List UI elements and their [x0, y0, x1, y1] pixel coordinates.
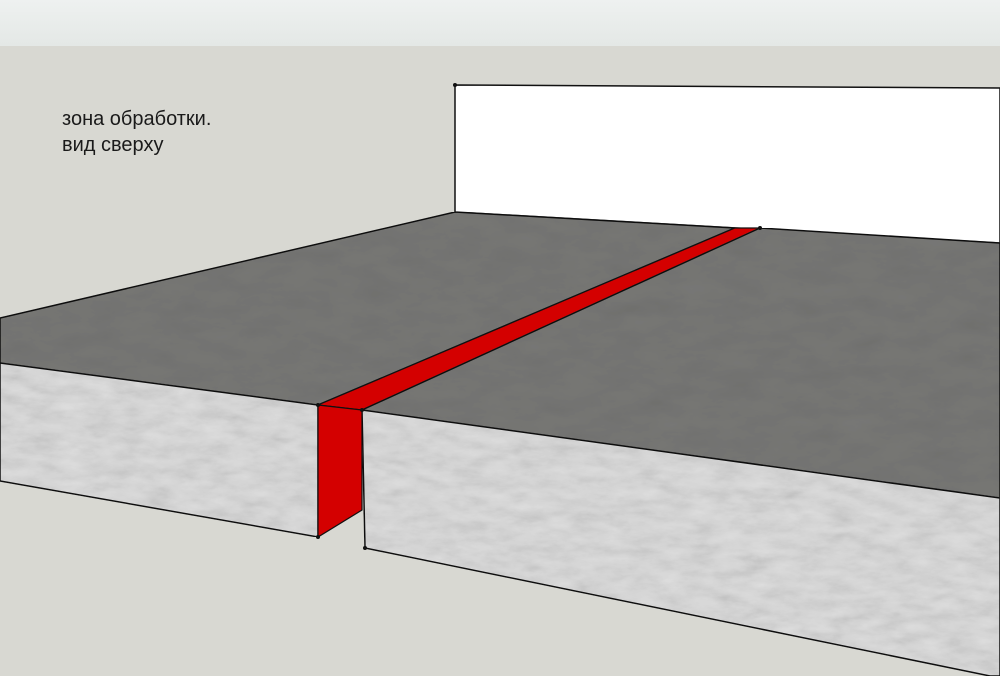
annotation-text: зона обработки. вид сверху: [62, 106, 211, 158]
annotation-line-2: вид сверху: [62, 134, 164, 156]
drawing-scene: зона обработки. вид сверху: [0, 0, 1000, 676]
slab-joint-drawing: [0, 83, 1000, 676]
joint-vertical-face: [317, 404, 363, 539]
annotation-line-1: зона обработки.: [62, 108, 212, 130]
